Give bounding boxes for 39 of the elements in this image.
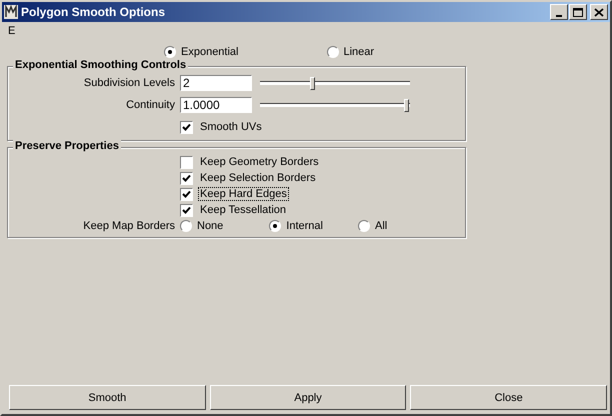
minimize-icon	[556, 14, 562, 16]
field-label: Subdivision Levels	[82, 77, 176, 89]
radio-button[interactable]: Exponential	[164, 46, 238, 58]
maximize-icon	[571, 6, 585, 18]
group-title: Exponential Smoothing Controls	[13, 59, 188, 71]
checkbox[interactable]	[180, 156, 193, 168]
checkbox[interactable]	[180, 188, 193, 200]
checkbox-label[interactable]: Keep Hard Edges	[198, 187, 289, 201]
slider[interactable]	[260, 76, 410, 90]
action-button[interactable]: Close	[410, 385, 608, 410]
close-button[interactable]	[590, 4, 608, 20]
group-title: Preserve Properties	[13, 140, 121, 152]
close-icon	[592, 6, 606, 18]
checkbox[interactable]	[180, 172, 193, 184]
checkbox[interactable]	[180, 204, 193, 216]
menu-item[interactable]: E	[8, 25, 16, 37]
checkbox-label[interactable]: Keep Tessellation	[198, 203, 288, 217]
input-field[interactable]: 1.0000	[180, 97, 252, 113]
checkbox-label[interactable]: Keep Selection Borders	[198, 171, 318, 185]
action-button[interactable]: Smooth	[9, 385, 206, 410]
field-label: Keep Map Borders	[82, 220, 176, 232]
slider-handle[interactable]	[404, 98, 409, 112]
checkmark-icon	[182, 122, 191, 132]
radio-button[interactable]: All	[358, 220, 388, 232]
checkbox-label[interactable]: Keep Geometry Borders	[198, 155, 321, 169]
slider[interactable]	[260, 98, 410, 112]
checkbox-label[interactable]: Smooth UVs	[198, 120, 264, 134]
app-logo-icon	[4, 5, 18, 19]
input-field[interactable]: 2	[180, 75, 252, 91]
action-button[interactable]: Apply	[210, 385, 406, 410]
checkbox[interactable]	[180, 120, 193, 134]
field-label: Continuity	[125, 99, 176, 111]
minimize-button[interactable]	[550, 4, 568, 20]
maximize-button[interactable]	[569, 4, 587, 20]
window-title: Polygon Smooth Options	[21, 5, 166, 19]
radio-button[interactable]: None	[180, 220, 224, 232]
radio-button[interactable]: Internal	[269, 220, 323, 232]
slider-handle[interactable]	[310, 76, 316, 90]
radio-button[interactable]: Linear	[326, 46, 374, 58]
